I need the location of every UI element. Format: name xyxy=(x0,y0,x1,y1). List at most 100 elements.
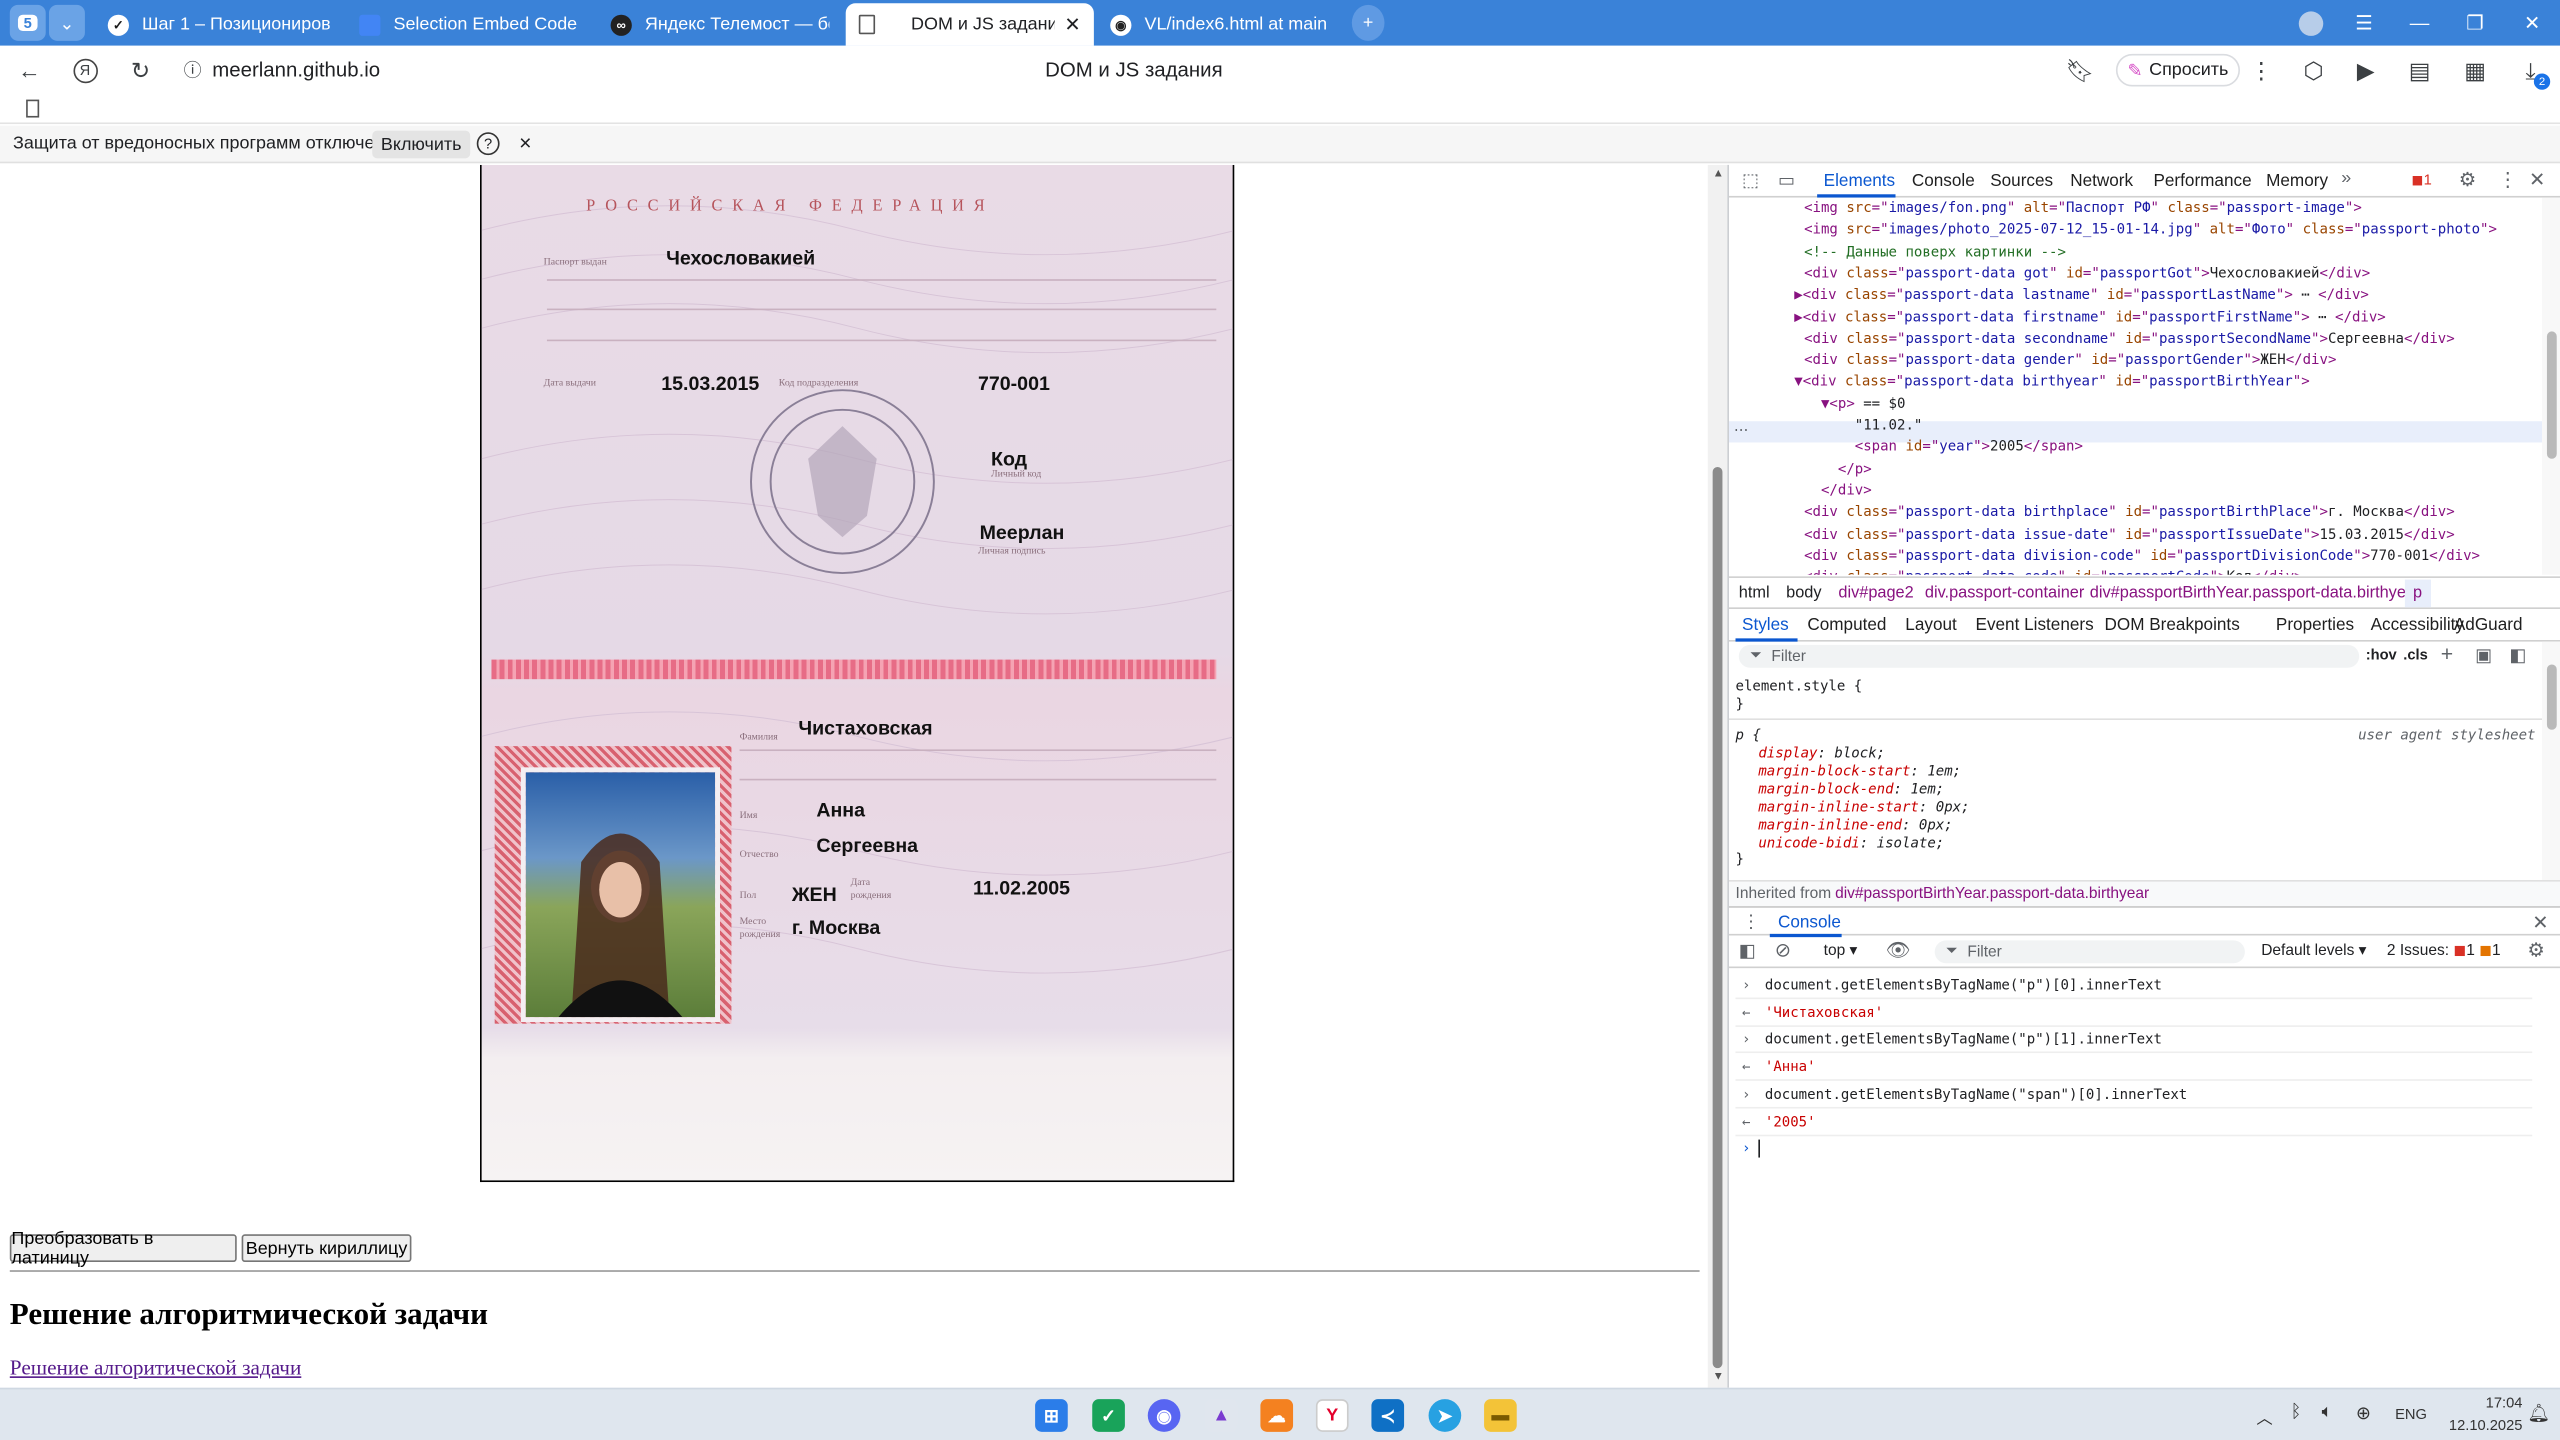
tray-chevron-icon[interactable]: ︿ xyxy=(2256,1404,2272,1429)
tab-accessibility[interactable]: Accessibility xyxy=(2371,616,2464,636)
dom-node-line[interactable]: ▶<div class="passport-data lastname" id=… xyxy=(1794,286,2369,308)
hov-toggle[interactable]: :hov xyxy=(2366,647,2397,663)
notifications-icon[interactable]: 🔔︎ xyxy=(2527,1402,2550,1424)
downloads-icon[interactable]: ⤓ 2 xyxy=(2514,54,2551,90)
tab-2[interactable]: ∞ Яндекс Телемост — бесп xyxy=(598,3,843,45)
dom-node-line[interactable]: <div class="passport-data secondname" id… xyxy=(1804,329,2455,351)
tab-4[interactable]: ◉ VL/index6.html at main · M xyxy=(1097,3,1342,45)
page-scroll-thumb[interactable] xyxy=(1712,466,1723,1369)
bookmark-folder-icon[interactable] xyxy=(26,99,40,118)
console-result-entry[interactable]: ← 'Чистаховская' xyxy=(1735,999,2533,1027)
discord-icon[interactable]: ◉ xyxy=(1147,1399,1181,1432)
paint-icon[interactable]: ▣ xyxy=(2475,645,2492,667)
tab-group-button[interactable]: 5 xyxy=(9,4,46,41)
console-input-entry[interactable]: › document.getElementsByTagName("p")[0].i… xyxy=(1735,971,2533,1000)
dom-node-line[interactable]: <div class="passport-data code" id="pass… xyxy=(1804,568,2303,575)
tab-3-active[interactable]: DOM и JS задания ✕ xyxy=(845,3,1094,46)
close-devtools-icon[interactable]: ✕ xyxy=(2529,168,2545,191)
dom-node-line[interactable]: <div class="passport-data got" id="passp… xyxy=(1804,264,2370,286)
tab-dom-breakpoints[interactable]: DOM Breakpoints xyxy=(2104,616,2239,636)
telegram-icon[interactable]: ➤ xyxy=(1428,1399,1462,1432)
devtools-tab-memory[interactable]: Memory xyxy=(2266,171,2328,191)
close-drawer-icon[interactable]: ✕ xyxy=(2532,911,2548,934)
restore-cyrillic-button[interactable]: Вернуть кириллицу xyxy=(241,1234,412,1263)
settings-gear-icon[interactable]: ⚙ xyxy=(2459,168,2477,191)
devtools-tab-network[interactable]: Network xyxy=(2070,171,2133,191)
ask-button[interactable]: ✎ Спросить xyxy=(2115,53,2240,87)
dom-node-line[interactable]: "11.02." xyxy=(1804,416,1923,438)
dom-node-line[interactable]: ▶<div class="passport-data firstname" id… xyxy=(1794,308,2385,330)
network-globe-icon[interactable]: ⊕ xyxy=(2356,1402,2371,1424)
styles-scroll-thumb[interactable] xyxy=(2546,664,2557,730)
dom-tree[interactable]: ⋯ <img src="images/fon.png" alt="Паспорт… xyxy=(1728,198,2543,575)
ellipsis-icon[interactable]: ⋯ xyxy=(1734,421,1749,439)
dom-node-line[interactable]: <img src="images/photo_2025-07-12_15-01-… xyxy=(1804,221,2497,243)
new-tab-button[interactable]: + xyxy=(1351,4,1385,41)
console-filter-input[interactable]: Filter xyxy=(1967,944,2001,962)
devtools-tab-elements[interactable]: Elements xyxy=(1824,171,1895,191)
console-drawer-tab[interactable]: Console xyxy=(1778,913,1841,933)
solution-link[interactable]: Решение алгоритической задачи xyxy=(10,1355,302,1381)
drawer-menu-icon[interactable]: ⋮ xyxy=(1742,911,1760,933)
restore-icon[interactable]: ❐ xyxy=(2457,7,2493,40)
issues-counter[interactable]: 2 Issues: ◼1 ◼1 xyxy=(2387,942,2501,960)
speaker-icon[interactable]: 🔈︎ xyxy=(2322,1402,2333,1423)
dom-node-line[interactable]: <img src="images/fon.png" alt="Паспорт Р… xyxy=(1804,199,2362,221)
media-icon[interactable]: ▶ xyxy=(2349,54,2382,87)
devtools-menu-icon[interactable]: ⋮ xyxy=(2498,168,2518,191)
dom-node-line[interactable]: <div class="passport-data birthplace" id… xyxy=(1804,503,2455,525)
dom-node-line[interactable]: <div class="passport-data division-code"… xyxy=(1804,547,2480,569)
crumb-birthyear[interactable]: div#passportBirthYear.passport-data.birt… xyxy=(2090,584,2421,602)
more-icon[interactable]: ⋮ xyxy=(2245,54,2278,87)
scroll-down-arrow[interactable]: ▼ xyxy=(1713,1371,1724,1382)
close-tab-icon[interactable]: ✕ xyxy=(1064,13,1080,36)
windows-start-icon[interactable]: ⊞ xyxy=(1035,1399,1068,1432)
rocket-app-icon[interactable]: ▲ xyxy=(1204,1399,1238,1432)
tab-properties[interactable]: Properties xyxy=(2276,616,2354,636)
dom-node-line[interactable]: </p> xyxy=(1804,460,1872,482)
tab-1[interactable]: Selection Embed Code - G xyxy=(346,3,594,45)
tab-styles[interactable]: Styles xyxy=(1742,616,1789,636)
cloud-app-icon[interactable]: ☁ xyxy=(1260,1399,1294,1432)
close-infobar-icon[interactable]: × xyxy=(519,131,531,155)
dom-node-line[interactable]: <span id="year">2005</span> xyxy=(1804,438,2083,460)
more-tabs-icon[interactable]: » xyxy=(2341,168,2351,188)
cls-toggle[interactable]: .cls xyxy=(2403,647,2428,663)
tab-computed[interactable]: Computed xyxy=(1807,616,1886,636)
dom-node-line[interactable]: ▼<div class="passport-data birthyear" id… xyxy=(1794,373,2309,395)
scroll-up-arrow[interactable]: ▲ xyxy=(1713,168,1724,179)
console-input-entry[interactable]: › document.getElementsByTagName("span")[0… xyxy=(1735,1080,2533,1109)
css-declaration[interactable]: margin-block-end: 1em; xyxy=(1758,782,1944,798)
dom-scroll-thumb[interactable] xyxy=(2546,331,2557,459)
dom-node-line[interactable]: ▼<p> == $0 xyxy=(1804,395,1905,417)
console-input-entry[interactable]: › document.getElementsByTagName("p")[1].i… xyxy=(1735,1026,2533,1054)
clock-date[interactable]: 12.10.2025 xyxy=(2438,1417,2523,1433)
eye-icon[interactable]: 👁︎ xyxy=(1886,939,1911,962)
console-filter-box[interactable]: ⏷ Filter xyxy=(1934,940,2245,964)
games-icon[interactable]: ▦ xyxy=(2459,54,2492,87)
css-declaration[interactable]: unicode-bidi: isolate; xyxy=(1758,836,1944,852)
crumb-container[interactable]: div.passport-container xyxy=(1925,584,2084,602)
dom-node-line[interactable]: <!-- Данные поверх картинки --> xyxy=(1804,243,2066,265)
page-scrollbar[interactable]: ▲ ▼ xyxy=(1707,164,1728,1388)
crumb-p[interactable]: p xyxy=(2404,579,2431,608)
bookmark-icon[interactable]: 🔖︎ xyxy=(2064,54,2097,87)
dom-node-line[interactable]: <div class="passport-data gender" id="pa… xyxy=(1804,351,2336,373)
console-prompt[interactable]: › xyxy=(1736,1135,2533,1163)
file-explorer-icon[interactable]: ▬ xyxy=(1484,1399,1517,1432)
crumb-body[interactable]: body xyxy=(1786,584,1821,602)
tabs-dropdown-button[interactable]: ⌄ xyxy=(48,4,85,41)
sidebar-toggle-icon[interactable]: ◧ xyxy=(2509,645,2526,667)
tab-layout[interactable]: Layout xyxy=(1905,616,1956,636)
tab-adguard[interactable]: AdGuard xyxy=(2454,616,2523,636)
context-selector[interactable]: top ▾ xyxy=(1824,942,1858,960)
css-declaration[interactable]: margin-inline-end: 0px; xyxy=(1758,818,1952,834)
css-declaration[interactable]: margin-block-start: 1em; xyxy=(1758,764,1961,780)
styles-filter-box[interactable]: ⏷ Filter xyxy=(1738,644,2360,668)
minimize-icon[interactable]: — xyxy=(2402,7,2438,40)
console-settings-icon[interactable]: ⚙ xyxy=(2527,939,2545,962)
language-indicator[interactable]: ENG xyxy=(2395,1406,2427,1422)
profile-avatar[interactable] xyxy=(2292,7,2328,40)
clear-console-icon[interactable]: ⊘ xyxy=(1775,939,1791,962)
styles-scrollbar[interactable] xyxy=(2542,641,2560,880)
